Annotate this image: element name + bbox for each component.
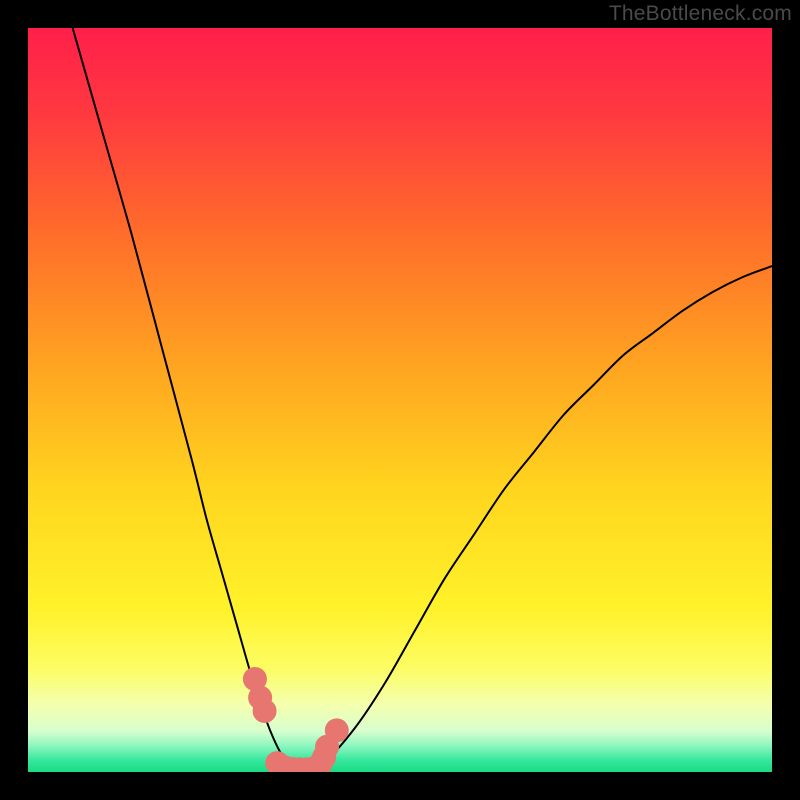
watermark-label: TheBottleneck.com — [609, 2, 792, 26]
chart-marker — [253, 699, 277, 723]
chart-svg — [28, 28, 772, 772]
chart-plot-area — [28, 28, 772, 772]
chart-marker — [325, 718, 349, 742]
chart-frame: TheBottleneck.com — [0, 0, 800, 800]
chart-background — [28, 28, 772, 772]
